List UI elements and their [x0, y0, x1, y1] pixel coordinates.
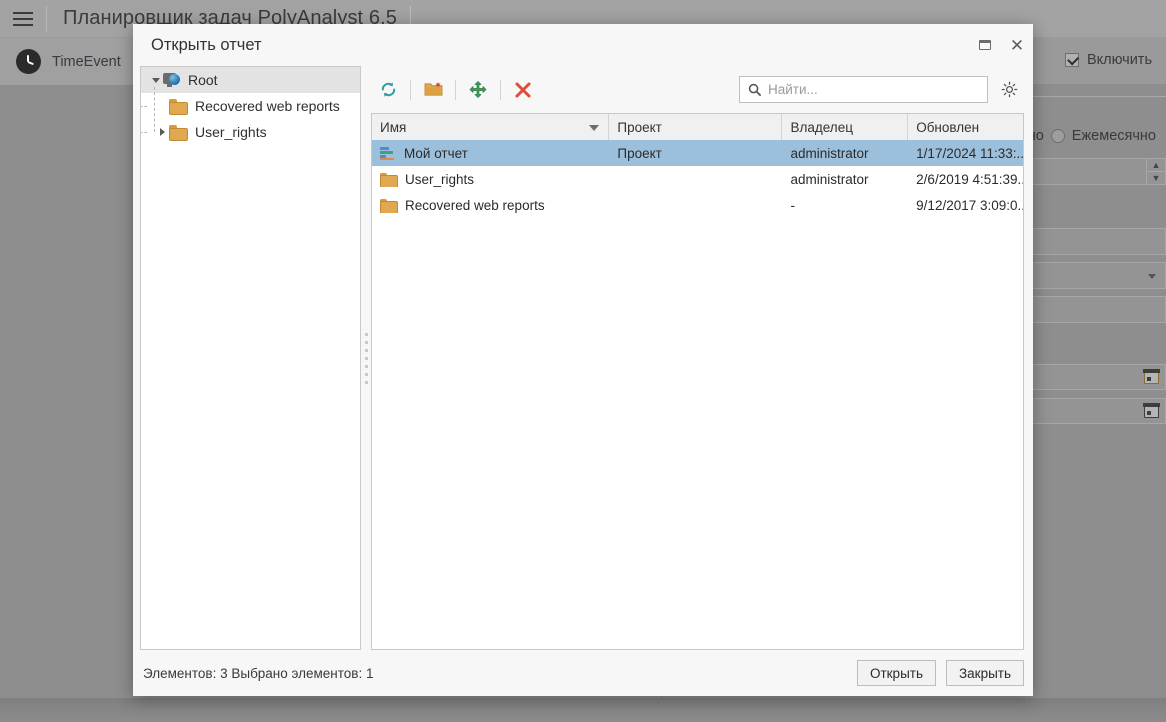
cell-name: Recovered web reports — [372, 198, 609, 213]
search-input[interactable] — [768, 82, 979, 97]
background-dropdown[interactable] — [1031, 262, 1166, 289]
table-row[interactable]: User_rights administrator 2/6/2019 4:51:… — [372, 166, 1023, 192]
chevron-right-icon[interactable] — [155, 128, 169, 136]
refresh-icon — [379, 80, 398, 99]
cell-project: Проект — [609, 146, 782, 161]
background-bottom-band — [0, 698, 1166, 722]
tree-node-label: Recovered web reports — [195, 98, 340, 114]
tree-guide-branch — [140, 132, 147, 133]
cell-owner: administrator — [782, 172, 908, 187]
background-text-field-1[interactable] — [1031, 228, 1166, 255]
cell-updated: 1/17/2024 11:33:... — [908, 146, 1023, 161]
hamburger-icon[interactable] — [0, 0, 46, 38]
toolbar-divider — [410, 80, 411, 100]
calendar-icon — [1144, 404, 1159, 418]
enable-checkbox[interactable] — [1065, 53, 1079, 67]
dialog-title: Открыть отчет — [151, 36, 969, 55]
move-button[interactable] — [461, 73, 495, 107]
open-button[interactable]: Открыть — [857, 660, 936, 686]
delete-button[interactable] — [506, 73, 540, 107]
close-dialog-button[interactable]: Закрыть — [946, 660, 1024, 686]
tree-node-recovered-web-reports[interactable]: Recovered web reports — [141, 93, 360, 119]
date-field-from[interactable] — [1031, 364, 1166, 390]
toolbar-divider — [455, 80, 456, 100]
interval-spinner[interactable]: ▲ ▼ — [1031, 158, 1166, 185]
splitter-grip — [365, 333, 368, 384]
sort-descending-icon — [589, 125, 599, 131]
status-text: Элементов: 3 Выбрано элементов: 1 — [143, 666, 847, 681]
new-folder-icon — [424, 81, 443, 98]
server-root-icon — [163, 73, 180, 88]
folder-icon — [380, 199, 396, 212]
delete-icon — [514, 81, 532, 99]
maximize-icon — [979, 40, 991, 50]
search-box[interactable] — [739, 76, 988, 103]
cell-name: Мой отчет — [372, 146, 609, 161]
date-field-to[interactable] — [1031, 398, 1166, 424]
dialog-toolbar — [371, 66, 1024, 113]
radio-monthly-label: Ежемесячно — [1072, 128, 1156, 144]
maximize-button[interactable] — [969, 29, 1001, 61]
cell-name: User_rights — [372, 172, 609, 187]
tree-guide-branch — [140, 106, 147, 107]
tab-timeevent-label: TimeEvent — [52, 54, 121, 70]
toolbar-divider — [500, 80, 501, 100]
new-folder-button[interactable] — [416, 73, 450, 107]
enable-checkbox-row[interactable]: Включить — [1065, 52, 1152, 68]
schedule-radio-row[interactable]: но Ежемесячно — [1028, 128, 1156, 144]
chevron-down-icon — [1148, 274, 1156, 279]
tree-node-user-rights[interactable]: User_rights — [141, 119, 360, 145]
calendar-button-to[interactable] — [1138, 399, 1165, 423]
calendar-button-from[interactable] — [1138, 365, 1165, 389]
table-row[interactable]: Recovered web reports - 9/12/2017 3:09:0… — [372, 192, 1023, 218]
move-icon — [469, 81, 487, 99]
tab-timeevent[interactable]: TimeEvent — [0, 38, 150, 85]
enable-checkbox-label: Включить — [1087, 52, 1152, 68]
open-report-dialog: Открыть отчет ✕ Root — [133, 24, 1033, 696]
refresh-button[interactable] — [371, 73, 405, 107]
close-button[interactable]: ✕ — [1001, 29, 1033, 61]
calendar-icon — [1144, 370, 1159, 384]
dialog-footer: Элементов: 3 Выбрано элементов: 1 Открыт… — [133, 650, 1033, 696]
cell-updated: 9/12/2017 3:09:0... — [908, 198, 1023, 213]
dialog-body: Root Recovered web reports User_rights — [133, 66, 1033, 650]
table-body: Мой отчет Проект administrator 1/17/2024… — [372, 140, 1023, 649]
cell-owner: - — [782, 198, 908, 213]
chevron-down-icon[interactable] — [149, 78, 163, 83]
dialog-titlebar: Открыть отчет ✕ — [133, 24, 1033, 66]
folder-icon — [169, 99, 186, 113]
panel-splitter[interactable] — [361, 66, 371, 650]
reports-table[interactable]: Имя Проект Владелец Обновлен — [371, 113, 1024, 650]
window-buttons: ✕ — [969, 29, 1033, 61]
spinner-buttons[interactable]: ▲ ▼ — [1146, 159, 1165, 184]
tree-node-root-label: Root — [188, 72, 218, 88]
search-icon — [748, 83, 761, 96]
column-header-project[interactable]: Проект — [609, 114, 782, 140]
report-icon — [380, 147, 395, 160]
background-text-field-2[interactable] — [1031, 296, 1166, 323]
clock-icon — [16, 49, 41, 74]
column-header-owner[interactable]: Владелец — [782, 114, 908, 140]
folder-tree-panel[interactable]: Root Recovered web reports User_rights — [140, 66, 361, 650]
spinner-down-icon[interactable]: ▼ — [1147, 172, 1165, 184]
cell-updated: 2/6/2019 4:51:39... — [908, 172, 1023, 187]
gear-icon — [1001, 81, 1018, 98]
column-header-name[interactable]: Имя — [372, 114, 609, 140]
spinner-up-icon[interactable]: ▲ — [1147, 159, 1165, 172]
column-header-updated[interactable]: Обновлен — [908, 114, 1023, 140]
table-header-row: Имя Проект Владелец Обновлен — [372, 114, 1023, 140]
settings-button[interactable] — [994, 75, 1024, 105]
content-panel: Имя Проект Владелец Обновлен — [371, 66, 1024, 650]
tree-node-root[interactable]: Root — [141, 67, 360, 93]
close-icon: ✕ — [1010, 37, 1024, 54]
radio-monthly[interactable] — [1051, 129, 1065, 143]
cell-owner: administrator — [782, 146, 908, 161]
folder-icon — [169, 125, 186, 139]
table-row[interactable]: Мой отчет Проект administrator 1/17/2024… — [372, 140, 1023, 166]
folder-icon — [380, 173, 396, 186]
tree-node-label: User_rights — [195, 124, 267, 140]
